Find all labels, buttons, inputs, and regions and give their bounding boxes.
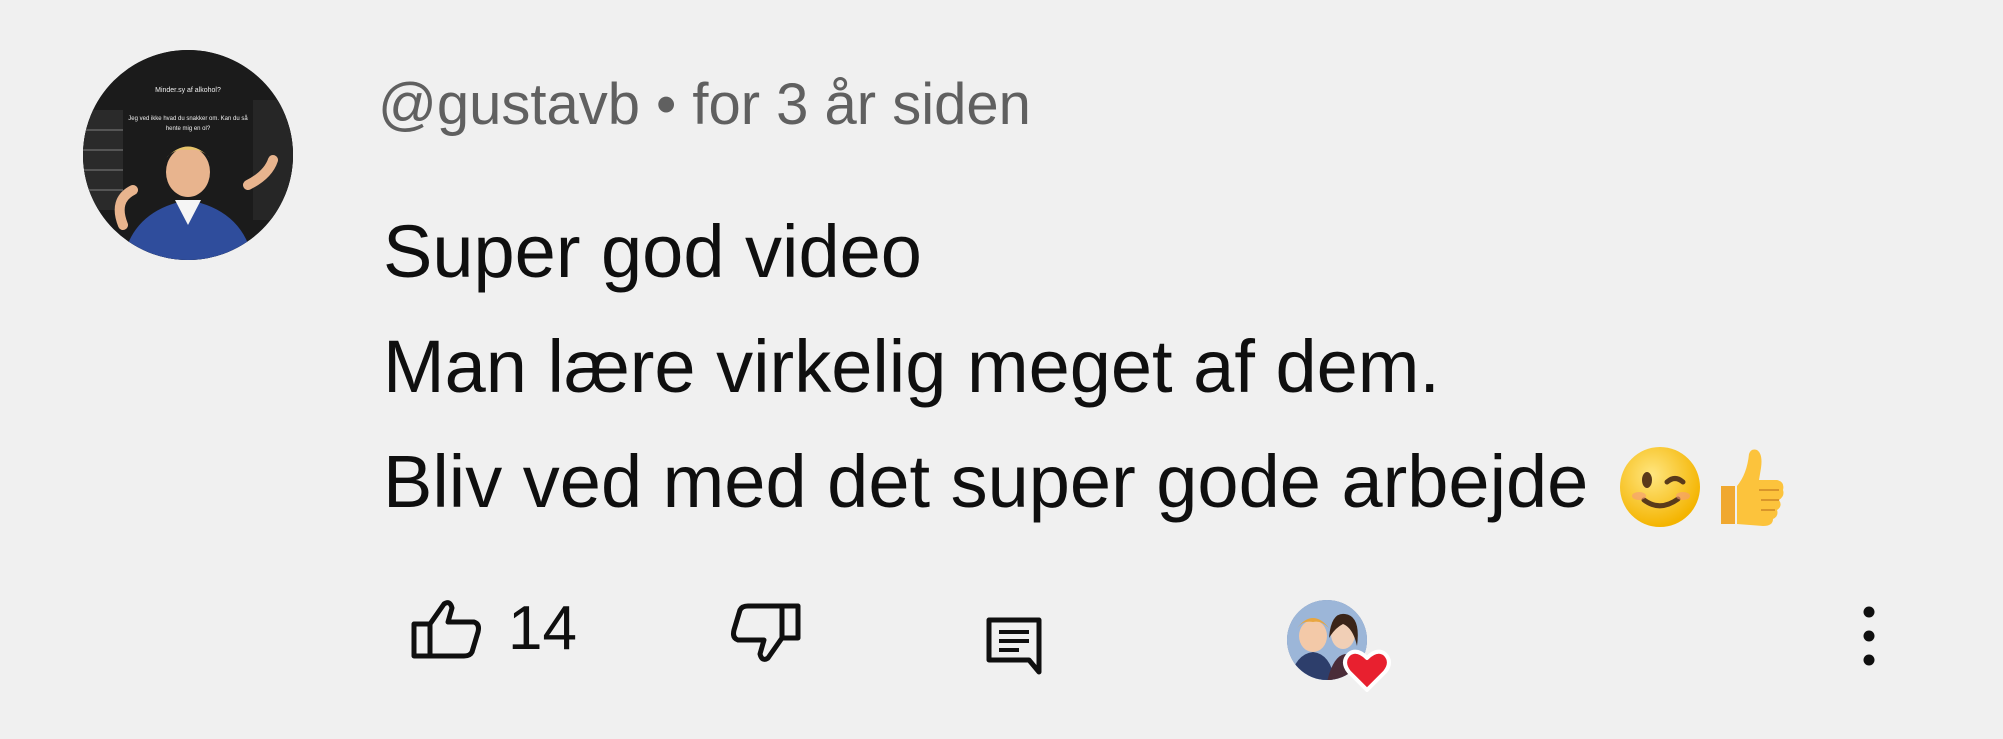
avatar-caption-1: Minder.sy af alkohol? [155,87,221,94]
avatar-caption-3: hente mig en ol? [166,126,211,132]
comment-line-text: Bliv ved med det super gode arbejde [383,440,1589,523]
comment-timestamp[interactable]: for 3 år siden [692,72,1031,137]
thumbs-up-icon [1703,444,1789,530]
creator-heart-avatar-icon [1287,600,1391,692]
comment-card: Minder.sy af alkohol? Jeg ved ikke hvad … [0,0,2003,739]
like-count: 14 [508,594,577,663]
winking-face-icon [1617,444,1703,530]
avatar-caption-2: Jeg ved ikke hvad du snakker om. Kan du … [128,115,248,122]
more-vertical-icon [1863,606,1875,666]
header-separator: • [656,72,677,137]
comment-line-with-emoji: Bliv ved med det super gode arbejde [383,424,1789,539]
comment-action-bar: 14 [0,580,2003,692]
comment-body: Super god video Man lære virkelig meget … [383,194,1789,539]
comment-line: Man lære virkelig meget af dem. [383,325,1440,408]
comment-reply-icon [986,617,1042,675]
thumbs-up-outline-icon [411,600,481,659]
thumbs-down-outline-icon [731,603,801,662]
more-options-button[interactable] [1858,604,1880,668]
author-avatar[interactable]: Minder.sy af alkohol? Jeg ved ikke hvad … [83,50,293,260]
creator-heart-badge[interactable] [1285,598,1399,694]
author-handle[interactable]: @gustavb [378,72,640,137]
like-button[interactable]: 14 [410,594,577,664]
dislike-button[interactable] [728,602,802,664]
comment-header: @gustavb • for 3 år siden [378,70,1031,140]
avatar-photo: Minder.sy af alkohol? Jeg ved ikke hvad … [83,50,293,260]
reply-button[interactable] [985,616,1043,676]
comment-line: Super god video [383,210,922,293]
